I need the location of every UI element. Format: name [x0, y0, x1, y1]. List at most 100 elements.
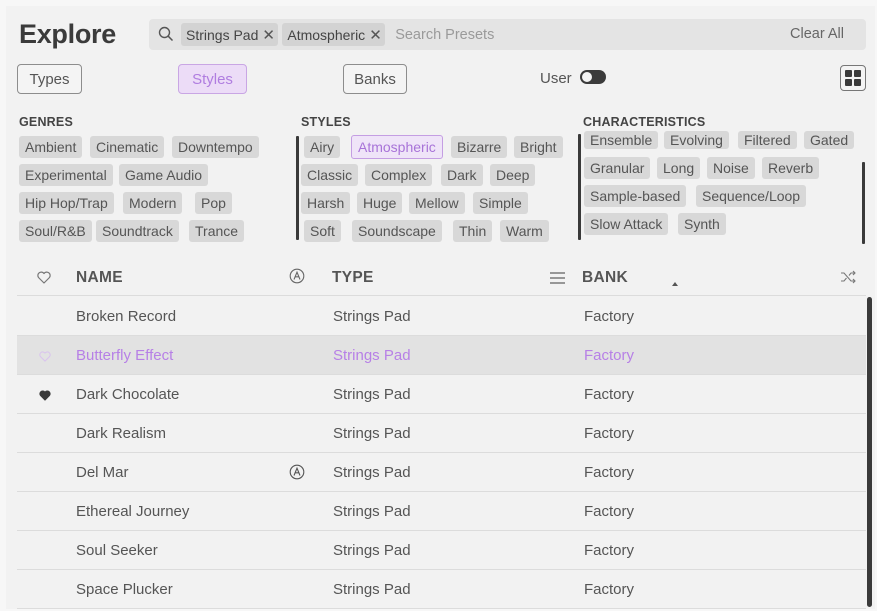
genre-tag[interactable]: Soul/R&B: [19, 220, 92, 242]
characteristic-tag[interactable]: Slow Attack: [584, 213, 669, 235]
style-tag[interactable]: Thin: [453, 220, 493, 242]
preset-name: Ethereal Journey: [76, 503, 190, 520]
grid-view-button[interactable]: [840, 65, 866, 91]
search-bar[interactable]: Strings Pad ✕ Atmospheric ✕ Clear All: [149, 19, 866, 50]
shuffle-icon[interactable]: [840, 270, 856, 289]
column-type[interactable]: TYPE: [332, 269, 374, 287]
characteristic-tag[interactable]: Synth: [678, 213, 726, 235]
preset-bank: Factory: [584, 425, 635, 442]
heart-icon[interactable]: [37, 271, 51, 289]
characteristics-heading: CHARACTERISTICS: [583, 115, 706, 129]
style-tag[interactable]: Soundscape: [352, 220, 442, 242]
table-row-selected[interactable]: Butterfly Effect Strings Pad Factory: [17, 336, 866, 375]
heart-filled-icon[interactable]: [39, 388, 51, 405]
style-tag[interactable]: Classic: [301, 164, 359, 186]
style-tag[interactable]: Harsh: [301, 192, 351, 214]
table-row[interactable]: Dark Realism Strings Pad Factory: [17, 414, 866, 453]
characteristic-tag[interactable]: Noise: [707, 157, 755, 179]
banks-button[interactable]: Banks: [343, 64, 407, 94]
styles-scrollbar[interactable]: [296, 136, 299, 240]
style-tag[interactable]: Complex: [365, 164, 433, 186]
characteristic-tag[interactable]: Filtered: [738, 131, 797, 149]
table-row[interactable]: Dark Chocolate Strings Pad Factory: [17, 375, 866, 414]
close-icon[interactable]: ✕: [262, 26, 275, 44]
styles-button[interactable]: Styles: [178, 64, 247, 94]
preset-type: Strings Pad: [333, 386, 411, 403]
author-icon[interactable]: [289, 268, 305, 289]
preset-bank: Factory: [584, 386, 635, 403]
characteristic-tag[interactable]: Gated: [804, 131, 855, 149]
close-icon[interactable]: ✕: [369, 26, 382, 44]
style-tag[interactable]: Dark: [441, 164, 483, 186]
genre-tag[interactable]: Experimental: [19, 164, 113, 186]
characteristics-left-bar[interactable]: [578, 134, 581, 240]
genre-tag[interactable]: Modern: [123, 192, 183, 214]
style-tag[interactable]: Simple: [473, 192, 528, 214]
preset-type: Strings Pad: [333, 581, 411, 598]
style-tag[interactable]: Soft: [304, 220, 341, 242]
grid-icon: [854, 79, 861, 86]
preset-bank: Factory: [584, 308, 635, 325]
style-tag-selected[interactable]: Atmospheric: [351, 135, 443, 159]
characteristic-tag[interactable]: Granular: [584, 157, 651, 179]
characteristic-tag[interactable]: Sequence/Loop: [696, 185, 807, 207]
genre-tag[interactable]: Hip Hop/Trap: [19, 192, 114, 214]
sort-ascending-icon[interactable]: [671, 274, 679, 292]
grid-icon: [845, 79, 852, 86]
table-row[interactable]: Soul Seeker Strings Pad Factory: [17, 531, 866, 570]
page-title: Explore: [19, 19, 116, 49]
genre-tag[interactable]: Downtempo: [172, 136, 259, 158]
characteristic-tag[interactable]: Long: [657, 157, 701, 179]
search-chip-strings-pad[interactable]: Strings Pad ✕: [181, 23, 279, 46]
results-table-header: NAME TYPE BANK: [17, 262, 866, 296]
genres-heading: GENRES: [19, 115, 73, 129]
user-label: User: [540, 70, 572, 87]
style-tag[interactable]: Deep: [490, 164, 536, 186]
style-tag[interactable]: Bright: [514, 136, 563, 158]
preset-type: Strings Pad: [333, 464, 411, 481]
table-row[interactable]: Del Mar Strings Pad Factory: [17, 453, 866, 492]
style-tag[interactable]: Mellow: [409, 192, 465, 214]
search-input[interactable]: [395, 20, 736, 49]
preset-type: Strings Pad: [333, 347, 411, 364]
column-bank[interactable]: BANK: [582, 269, 628, 287]
preset-name: Butterfly Effect: [76, 347, 174, 364]
preset-name: Broken Record: [76, 308, 177, 325]
search-chip-label: Atmospheric: [287, 26, 366, 43]
genre-tag[interactable]: Pop: [195, 192, 232, 214]
genre-tag[interactable]: Ambient: [19, 136, 83, 158]
table-row[interactable]: Broken Record Strings Pad Factory: [17, 297, 866, 336]
characteristic-tag[interactable]: Evolving: [664, 131, 729, 149]
preset-name: Space Plucker: [76, 581, 173, 598]
author-icon: [289, 464, 305, 484]
characteristics-scrollbar[interactable]: [862, 162, 865, 244]
search-chip-atmospheric[interactable]: Atmospheric ✕: [282, 23, 386, 46]
user-toggle[interactable]: [580, 70, 606, 84]
results-scrollbar[interactable]: [867, 297, 872, 607]
clear-all-button[interactable]: Clear All: [790, 26, 844, 42]
grid-icon: [845, 70, 852, 77]
heart-icon[interactable]: [39, 349, 51, 366]
preset-name: Dark Realism: [76, 425, 167, 442]
genre-tag[interactable]: Soundtrack: [96, 220, 179, 242]
genre-tag[interactable]: Trance: [189, 220, 245, 242]
characteristic-tag[interactable]: Sample-based: [584, 185, 687, 207]
genre-tag[interactable]: Game Audio: [119, 164, 209, 186]
genre-tag[interactable]: Cinematic: [90, 136, 165, 158]
types-button[interactable]: Types: [17, 64, 82, 94]
style-tag[interactable]: Warm: [500, 220, 549, 242]
table-row[interactable]: Ethereal Journey Strings Pad Factory: [17, 492, 866, 531]
characteristic-tag[interactable]: Ensemble: [584, 131, 659, 149]
menu-icon[interactable]: [550, 271, 565, 289]
style-tag[interactable]: Airy: [304, 136, 341, 158]
style-tag[interactable]: Huge: [357, 192, 403, 214]
toggle-knob: [582, 72, 592, 82]
grid-icon: [854, 70, 861, 77]
column-name[interactable]: NAME: [76, 269, 123, 287]
preset-name: Del Mar: [76, 464, 129, 481]
table-row[interactable]: Space Plucker Strings Pad Factory: [17, 570, 866, 609]
style-tag[interactable]: Bizarre: [451, 136, 508, 158]
styles-heading: STYLES: [301, 115, 351, 129]
characteristic-tag[interactable]: Reverb: [762, 157, 820, 179]
preset-type: Strings Pad: [333, 503, 411, 520]
